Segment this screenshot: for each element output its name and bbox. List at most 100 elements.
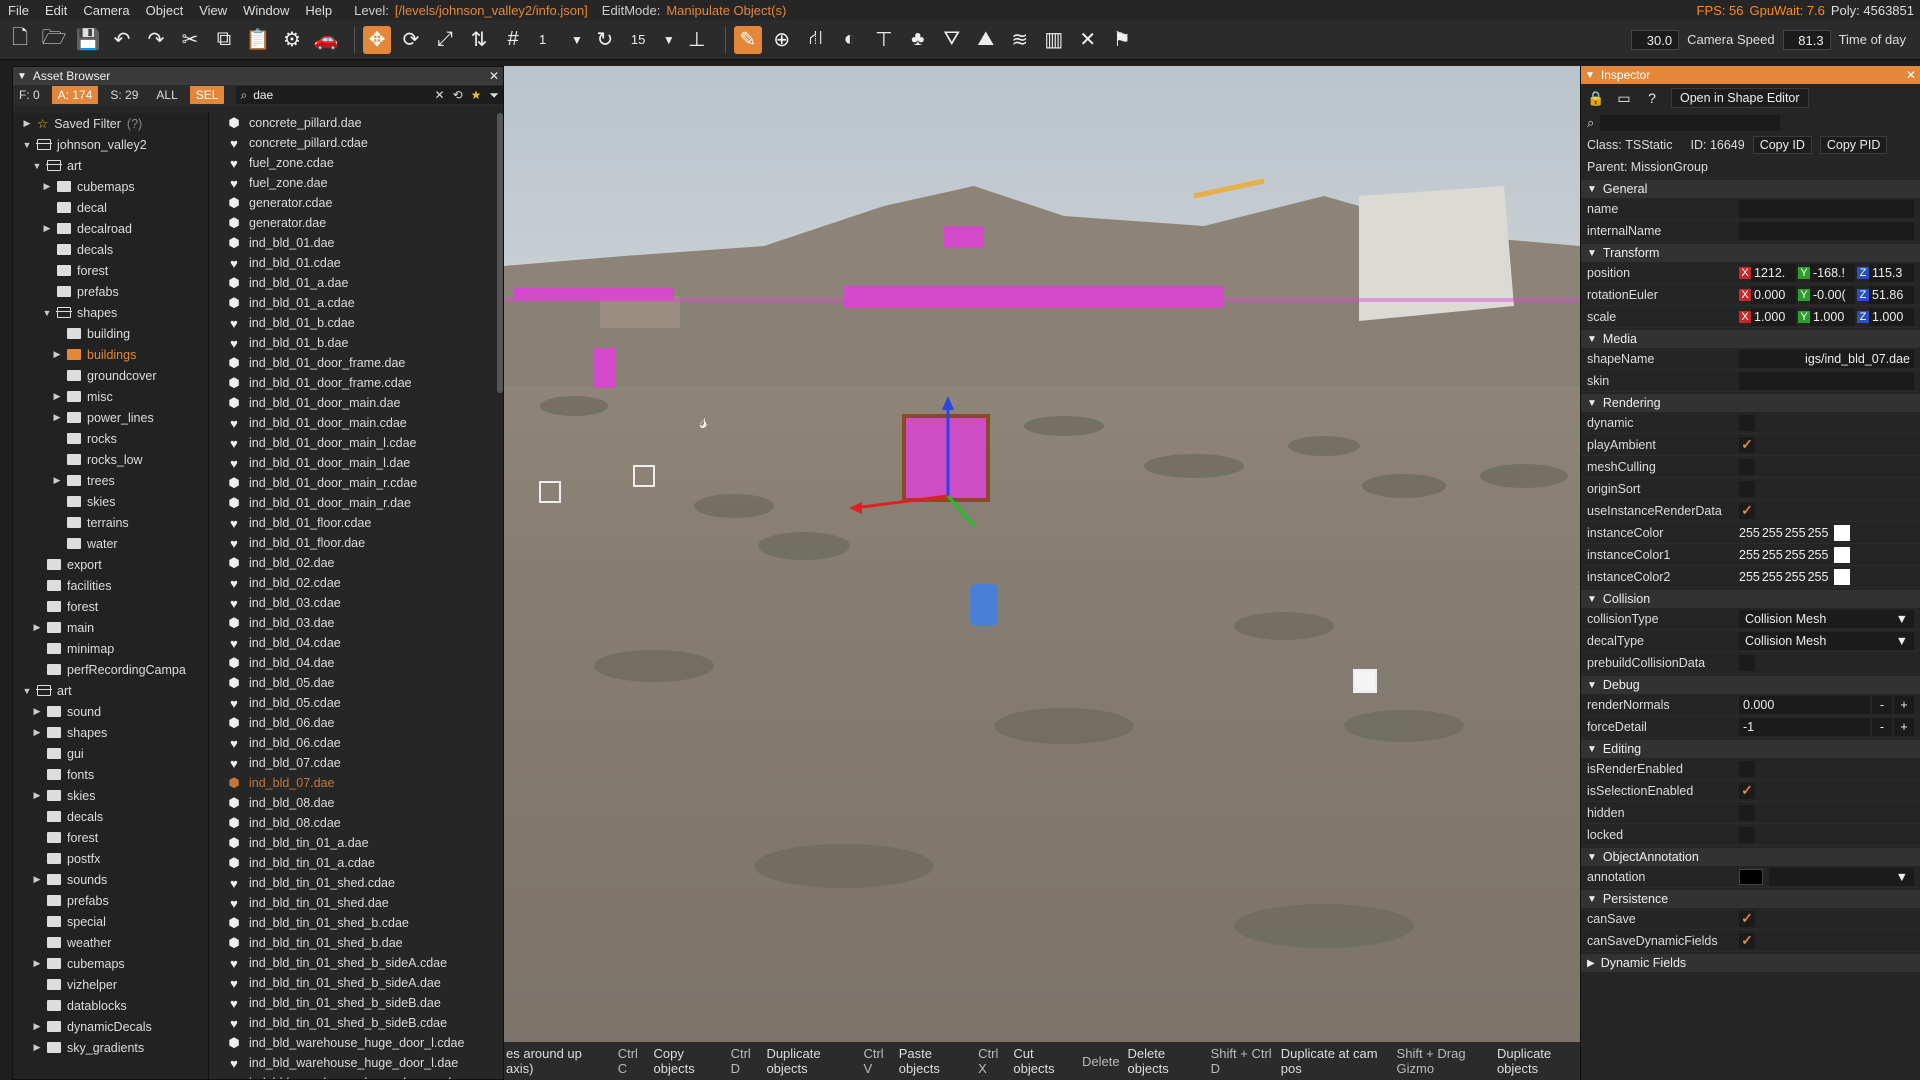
file-list-item[interactable]: ♥ ind_bld_01.cdae [215,253,495,273]
file-list-item[interactable]: ♥ ind_bld_tin_01_shed.cdae [215,873,495,893]
menu-view[interactable]: View [191,3,235,18]
chevron-right-icon[interactable]: ▶ [31,1021,43,1032]
translate-gizmo-icon[interactable]: ✥ [363,25,391,54]
object-edit-pencil-icon[interactable]: ✎ [733,25,762,54]
file-list-item[interactable]: ⬢ generator.cdae [215,193,495,213]
vehicle-icon[interactable]: 🚗 [312,26,340,54]
increment-button[interactable]: + [1894,717,1914,736]
file-list-item[interactable]: ♥ ind_bld_01_floor.dae [215,533,495,553]
tree-folder-item[interactable]: ▶ power_lines [13,407,208,428]
collisiontype-dropdown[interactable]: Collision Mesh ▼ [1739,609,1914,628]
tree-folder-item[interactable]: decal [13,197,208,218]
road-editor-icon[interactable]: ⛙ [802,26,830,54]
file-list-item[interactable]: ♥ ind_bld_07.cdae [215,753,495,773]
skin-input[interactable] [1739,371,1914,390]
file-list-item[interactable]: ⬢ ind_bld_08.dae [215,793,495,813]
chevron-right-icon[interactable]: ▶ [51,412,63,423]
rgba-value[interactable]: 255 [1762,570,1783,584]
clear-search-icon[interactable]: ✕ [435,88,445,102]
camera-speed-field[interactable]: 81.3 [1782,29,1831,50]
refresh-icon[interactable]: ⟲ [453,88,463,102]
tree-folder-item[interactable]: vizhelper [13,974,208,995]
file-list-item[interactable]: ♥ ind_bld_01_door_main_l.dae [215,453,495,473]
open-folder-icon[interactable]: 🗁 [40,26,68,54]
file-list-item[interactable]: ♥ ind_bld_warehouse_huge_door_r.cdae [215,1073,495,1080]
section-transform[interactable]: ▼ Transform [1581,244,1920,262]
file-list-item[interactable]: ♥ ind_bld_03.cdae [215,593,495,613]
annotation-dropdown[interactable]: ▼ [1769,867,1914,886]
originsort-checkbox[interactable] [1739,480,1755,497]
align-icon[interactable]: ⇅ [465,26,493,54]
tree-folder-item[interactable]: ▶ shapes [13,722,208,743]
tree-folder-item[interactable]: postfx [13,848,208,869]
file-list-item[interactable]: ⬢ ind_bld_01_a.dae [215,273,495,293]
grid-size-value[interactable]: 1 [539,32,565,47]
file-list-item[interactable]: ♥ ind_bld_01_door_main.cdae [215,413,495,433]
file-list-item[interactable]: ⬢ ind_bld_05.dae [215,673,495,693]
file-list-item[interactable]: ♥ ind_bld_01_b.cdae [215,313,495,333]
menu-object[interactable]: Object [138,3,192,18]
asset-browser-header[interactable]: ▼ Asset Browser ✕ [13,67,503,85]
useinstancerenderdata-checkbox[interactable]: ✓ [1739,502,1755,519]
forest-icon[interactable]: ♣ [904,26,932,54]
prebuildcollisiondata-checkbox[interactable] [1739,654,1755,671]
tree-folder-item[interactable]: perfRecordingCampa [13,659,208,680]
tree-folder-item[interactable]: ▶ ☆ Saved Filter (?) [13,113,208,134]
chevron-right-icon[interactable]: ▶ [41,223,53,234]
ai-tools-icon[interactable]: ⚑ [1108,26,1136,54]
file-list-item[interactable]: ♥ ind_bld_tin_01_shed_b_sideB.dae [215,993,495,1013]
name-input[interactable] [1739,199,1914,218]
section-objectannotation[interactable]: ▼ ObjectAnnotation [1581,848,1920,866]
section-persistence[interactable]: ▼ Persistence [1581,890,1920,908]
tree-folder-item[interactable]: ▶ sounds [13,869,208,890]
chevron-down-icon[interactable]: ▼ [41,308,53,318]
tree-folder-item[interactable]: ▼ johnson_valley2 [13,134,208,155]
rotation-x-input[interactable]: 0.000 [1751,285,1796,304]
chevron-down-icon[interactable]: ▼ [21,140,33,150]
grid-snap-icon[interactable]: # [499,26,527,54]
section-general[interactable]: ▼ General [1581,180,1920,198]
filter-count-a[interactable]: A: 174 [51,86,99,104]
terrain-tool-icon[interactable]: ⛰ [972,26,1000,54]
file-list-item[interactable]: ⬢ ind_bld_tin_01_shed_b.cdae [215,913,495,933]
chevron-right-icon[interactable]: ▶ [51,475,63,486]
increment-button[interactable]: + [1894,695,1914,714]
tree-folder-item[interactable]: ▼ shapes [13,302,208,323]
undo-icon[interactable]: ↶ [108,26,136,54]
tree-folder-item[interactable]: decals [13,806,208,827]
scale-gizmo-icon[interactable]: ⤢ [431,26,459,54]
file-list-item[interactable]: ⬢ generator.dae [215,213,495,233]
color-swatch[interactable] [1834,568,1851,585]
rgba-value[interactable]: 255 [1762,548,1783,562]
file-list-item[interactable]: ♥ ind_bld_06.cdae [215,733,495,753]
mesh-road-icon[interactable]: ⛛ [938,26,966,54]
tree-folder-item[interactable]: ▶ main [13,617,208,638]
file-list-item[interactable]: ⬢ ind_bld_07.dae [215,773,495,793]
file-list-item[interactable]: ⬢ ind_bld_06.dae [215,713,495,733]
file-list-item[interactable]: ⬢ ind_bld_01_door_main_r.cdae [215,473,495,493]
file-list-item[interactable]: ♥ ind_bld_01_b.dae [215,333,495,353]
3d-viewport[interactable]: 𝓈 [504,66,1580,1042]
rotate-snap-dropdown-icon[interactable]: ▼ [663,33,675,47]
decrement-button[interactable]: - [1872,717,1892,736]
tree-folder-item[interactable]: skies [13,491,208,512]
collapse-caret-icon[interactable]: ▼ [1585,70,1595,81]
rgba-value[interactable]: 255 [1785,548,1806,562]
tree-folder-item[interactable]: forest [13,596,208,617]
file-list-item[interactable]: ⬢ ind_bld_tin_01_a.cdae [215,853,495,873]
section-dynamicfields[interactable]: ▶ Dynamic Fields [1581,954,1920,972]
favorite-star-icon[interactable]: ★ [471,88,482,102]
file-list-item[interactable]: ♥ ind_bld_tin_01_shed_b_sideA.dae [215,973,495,993]
internalname-input[interactable] [1739,221,1914,240]
menu-help[interactable]: Help [297,3,340,18]
inspector-header[interactable]: ▼ Inspector ✕ [1581,66,1920,84]
tree-folder-item[interactable]: ▶ sky_gradients [13,1037,208,1058]
file-list-item[interactable]: ⬢ ind_bld_02.dae [215,553,495,573]
hidden-checkbox[interactable] [1739,804,1755,821]
drop-to-ground-icon[interactable]: ⊥ [683,26,711,54]
chevron-right-icon[interactable]: ▶ [31,874,43,885]
file-list-item[interactable]: ♥ ind_bld_01_floor.cdae [215,513,495,533]
grid-size-dropdown-icon[interactable]: ▼ [571,33,583,47]
rgba-value[interactable]: 255 [1808,570,1829,584]
chevron-right-icon[interactable]: ▶ [51,349,63,360]
